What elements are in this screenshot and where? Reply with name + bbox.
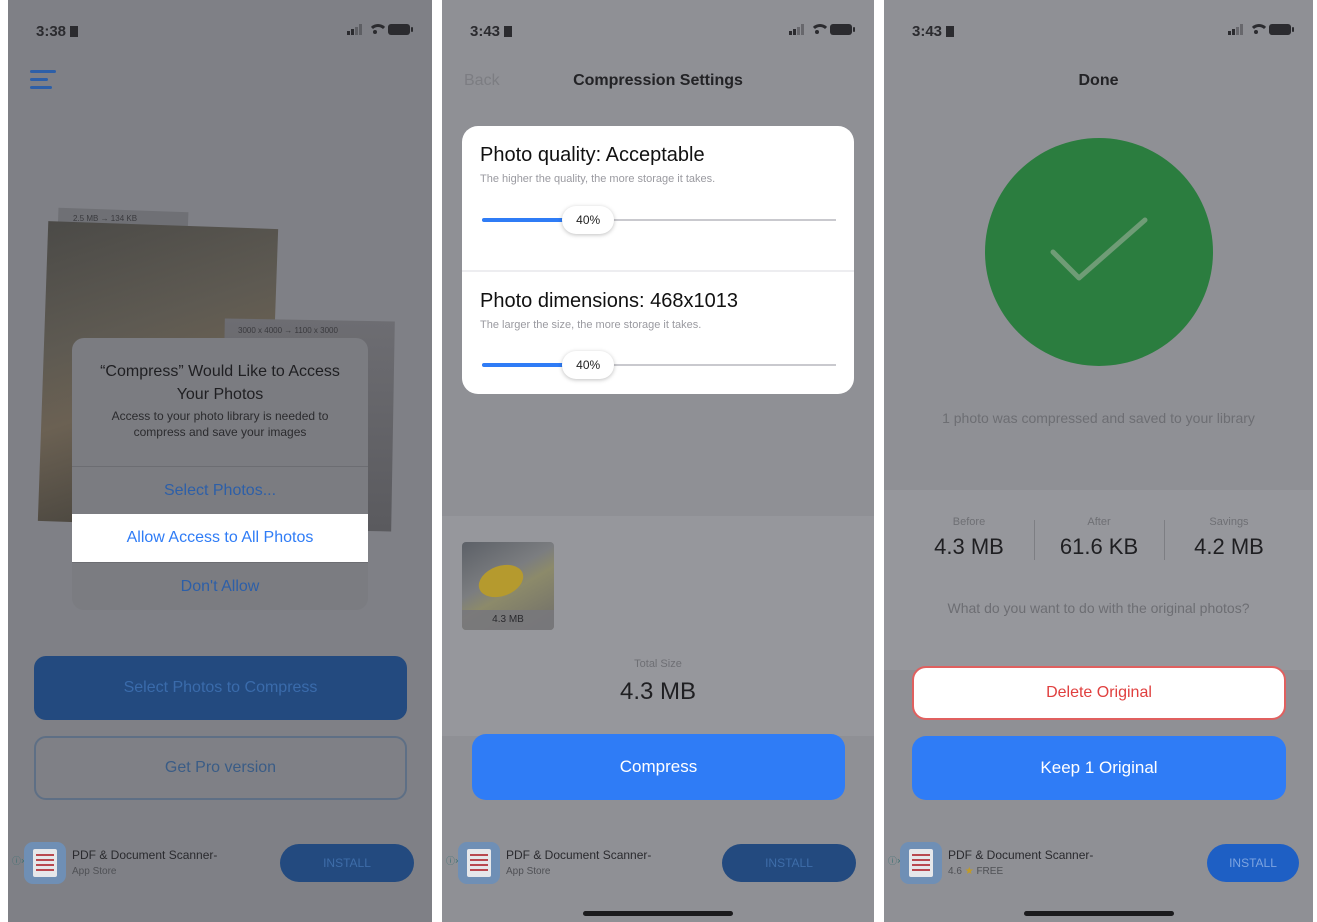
stat-after: After 61.6 KB [1034, 516, 1164, 560]
ad-info-icon[interactable]: ⓘ× [446, 856, 460, 866]
home-indicator[interactable] [583, 911, 733, 916]
stat-value: 4.2 MB [1194, 534, 1264, 559]
star-icon: ★ [964, 866, 974, 877]
stat-before: Before 4.3 MB [904, 516, 1034, 560]
signal-icon [789, 24, 804, 35]
dimensions-card: Photo dimensions: 468x1013 The larger th… [462, 270, 854, 394]
scanner-app-icon[interactable] [458, 842, 500, 884]
status-bar: 3:38 [8, 20, 432, 44]
ad-info-icon[interactable]: ⓘ× [888, 856, 902, 866]
ad-app-store: App Store [72, 866, 117, 877]
checkmark-icon [1050, 217, 1148, 281]
status-icons [347, 24, 413, 35]
stat-label: Before [952, 516, 986, 528]
ad-app-store: App Store [506, 866, 551, 877]
screen-compression-settings: 3:43 Back Compression Settings Photo qua… [442, 0, 874, 922]
ad-app-name: PDF & Document Scanner- [948, 848, 1094, 862]
screen-permission: 3:38 2.5 MB → 134 KB 3000 x 4000 → 1100 … [8, 0, 432, 922]
alert-message: Access to your photo library is needed t… [111, 409, 329, 439]
scanner-app-icon[interactable] [24, 842, 66, 884]
dimensions-slider-thumb[interactable]: 40% [562, 351, 615, 379]
total-size-label: Total Size [634, 658, 682, 670]
status-time: 3:38 [36, 23, 78, 40]
dont-allow-button[interactable]: Don't Allow [72, 562, 368, 610]
stat-value: 4.3 MB [934, 534, 1004, 559]
quality-slider-thumb[interactable]: 40% [562, 206, 615, 234]
status-time: 3:43 [470, 23, 512, 40]
photo-dimension-tag: 3000 x 4000 → 1100 x 3000 [238, 326, 338, 335]
stat-label: Savings [1209, 516, 1249, 528]
ad-banner: ⓘ× PDF & Document Scanner- App Store INS… [8, 836, 432, 892]
status-time: 3:43 [912, 23, 954, 40]
photo-thumbnail[interactable]: 4.3 MB [462, 542, 554, 630]
status-bar: 3:43 [442, 20, 874, 44]
dimensions-title: Photo dimensions: 468x1013 [480, 290, 738, 312]
wifi-icon [810, 24, 830, 35]
photo-permission-alert: “Compress” Would Like to Access Your Pho… [72, 338, 368, 610]
battery-icon [830, 24, 855, 35]
home-indicator[interactable] [1023, 911, 1174, 916]
compression-result-message: 1 photo was compressed and saved to your… [942, 410, 1255, 426]
page-title: Compression Settings [573, 72, 743, 89]
battery-icon [388, 24, 413, 35]
stat-label: After [1087, 516, 1111, 528]
status-icons [789, 24, 855, 35]
ad-price: FREE [976, 866, 1004, 877]
allow-all-photos-button[interactable]: Allow Access to All Photos [72, 514, 368, 562]
dimensions-subtitle: The larger the size, the more storage it… [480, 319, 702, 331]
ad-app-meta: 4.6 ★ FREE [948, 866, 1003, 877]
ad-info-icon[interactable]: ⓘ× [12, 856, 26, 866]
quality-subtitle: The higher the quality, the more storage… [480, 173, 716, 185]
ad-install-button[interactable]: INSTALL [722, 844, 856, 882]
signal-icon [347, 24, 362, 35]
ad-rating: 4.6 [948, 866, 962, 877]
stat-value: 61.6 KB [1059, 534, 1139, 559]
page-title: Done [1078, 72, 1119, 89]
select-photos-button[interactable]: Select Photos... [72, 466, 368, 514]
quality-card: Photo quality: Acceptable The higher the… [462, 126, 854, 270]
alert-title: “Compress” Would Like to Access Your Pho… [100, 363, 340, 403]
signal-icon [1228, 24, 1243, 35]
ad-banner: ⓘ× PDF & Document Scanner- 4.6 ★ FREE IN… [884, 836, 1313, 892]
ad-install-button[interactable]: INSTALL [1207, 844, 1299, 882]
delete-original-button[interactable]: Delete Original [912, 666, 1286, 720]
wifi-icon [1249, 24, 1269, 35]
quality-slider[interactable]: 40% [482, 206, 836, 234]
ad-app-name: PDF & Document Scanner- [506, 848, 652, 862]
scanner-app-icon[interactable] [900, 842, 942, 884]
status-icons [1228, 24, 1294, 35]
ad-install-button[interactable]: INSTALL [280, 844, 414, 882]
quality-title: Photo quality: Acceptable [480, 144, 705, 166]
dimensions-slider[interactable]: 40% [482, 351, 836, 379]
screen-done: 3:43 Done 1 photo was compressed and sav… [884, 0, 1313, 922]
success-badge [985, 138, 1213, 366]
total-size-value: 4.3 MB [619, 678, 697, 705]
status-bar: 3:43 [884, 20, 1313, 44]
original-photos-question: What do you want to do with the original… [947, 600, 1250, 616]
thumbnail-size: 4.3 MB [462, 610, 554, 630]
stat-savings: Savings 4.2 MB [1164, 516, 1294, 560]
wifi-icon [368, 24, 388, 35]
compress-button[interactable]: Compress [472, 734, 845, 800]
photo-size-tag: 2.5 MB → 134 KB [73, 214, 138, 223]
thumbnail-image [474, 559, 528, 603]
keep-original-button[interactable]: Keep 1 Original [912, 736, 1286, 800]
battery-icon [1269, 24, 1294, 35]
menu-icon[interactable] [30, 70, 56, 94]
get-pro-version-button[interactable]: Get Pro version [34, 736, 407, 800]
ad-app-name: PDF & Document Scanner- [72, 848, 218, 862]
select-photos-to-compress-button[interactable]: Select Photos to Compress [34, 656, 407, 720]
ad-banner: ⓘ× PDF & Document Scanner- App Store INS… [442, 836, 874, 892]
